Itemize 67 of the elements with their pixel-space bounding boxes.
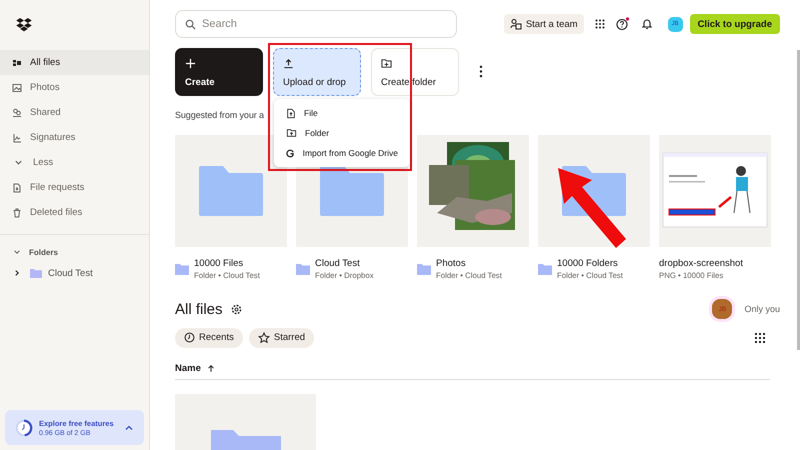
sidebar-item[interactable]: File requests <box>0 175 149 200</box>
file-name[interactable]: 10000 Folders <box>557 258 623 270</box>
sidebar-item[interactable]: Deleted files <box>0 200 149 225</box>
folder-icon <box>296 264 310 275</box>
folder-icon <box>286 128 297 138</box>
sidebar-item[interactable]: Less <box>0 150 149 175</box>
document-icon <box>12 182 22 192</box>
folder-icon <box>538 264 552 275</box>
people-icon <box>12 108 22 118</box>
sidebar-item[interactable]: All files <box>0 50 149 75</box>
settings-icon[interactable] <box>230 304 242 315</box>
image-icon <box>12 82 22 92</box>
folder-icon <box>417 264 431 275</box>
chevron-down-icon <box>13 248 21 256</box>
upgrade-button[interactable]: Click to upgrade <box>690 14 780 34</box>
clock-icon <box>184 332 195 344</box>
start-team-button[interactable]: Start a team <box>504 14 584 34</box>
trash-icon <box>12 208 22 218</box>
section-title: All files <box>175 300 223 318</box>
apps-grid-icon[interactable] <box>594 19 605 29</box>
file-icon <box>286 108 296 118</box>
bell-icon[interactable] <box>640 18 653 30</box>
storage-meter <box>15 418 33 436</box>
filter-chip[interactable]: Starred <box>248 328 314 348</box>
menu-item[interactable]: Import from Google Drive <box>274 143 410 163</box>
folder-tree-item[interactable]: Cloud Test <box>0 260 149 286</box>
folder-icon <box>210 430 280 450</box>
filter-chip[interactable]: Recents <box>175 328 243 348</box>
dropbox-logo[interactable] <box>16 18 32 32</box>
people-icon <box>510 18 522 30</box>
signature-icon <box>12 132 22 142</box>
create-button[interactable]: Create <box>175 48 263 96</box>
plus-icon <box>185 58 196 69</box>
folder-icon <box>320 166 384 216</box>
star-icon <box>258 332 270 344</box>
name-column-header[interactable]: Name <box>175 363 201 374</box>
upload-icon <box>283 58 294 69</box>
google-g-icon <box>286 148 295 158</box>
menu-item[interactable]: Folder <box>274 123 410 143</box>
file-name[interactable]: dropbox-screenshot <box>659 258 743 270</box>
section-heading: Suggested from your a <box>175 110 265 122</box>
upload-button[interactable]: Upload or drop <box>273 48 361 96</box>
folder-icon <box>30 268 42 278</box>
scrollbar[interactable] <box>797 50 800 350</box>
file-name[interactable]: 10000 Files <box>194 258 260 270</box>
sort-up-icon <box>206 364 215 374</box>
folder-plus-icon <box>381 58 392 69</box>
file-thumbnail[interactable] <box>175 135 287 248</box>
files-icon <box>12 58 22 68</box>
create-folder-button[interactable]: Create folder <box>371 48 459 96</box>
file-name[interactable]: Photos <box>436 258 502 270</box>
sharing-label: Only you <box>744 304 780 314</box>
file-thumbnail[interactable] <box>175 394 316 450</box>
folders-toggle[interactable]: Folders <box>0 244 149 260</box>
folder-icon <box>199 166 263 216</box>
grid-view-icon[interactable] <box>755 332 765 343</box>
sidebar-item[interactable]: Shared <box>0 100 149 125</box>
more-icon[interactable] <box>479 65 483 78</box>
menu-item[interactable]: File <box>274 103 410 123</box>
folder-icon <box>175 264 189 275</box>
file-name[interactable]: Cloud Test <box>315 258 374 270</box>
search-icon <box>185 19 196 30</box>
sidebar-item[interactable]: Photos <box>0 75 149 100</box>
chevron-down-icon <box>14 158 23 167</box>
search-field[interactable]: Search <box>175 10 457 38</box>
sidebar-item[interactable]: Signatures <box>0 125 149 150</box>
help-icon[interactable] <box>616 17 630 31</box>
